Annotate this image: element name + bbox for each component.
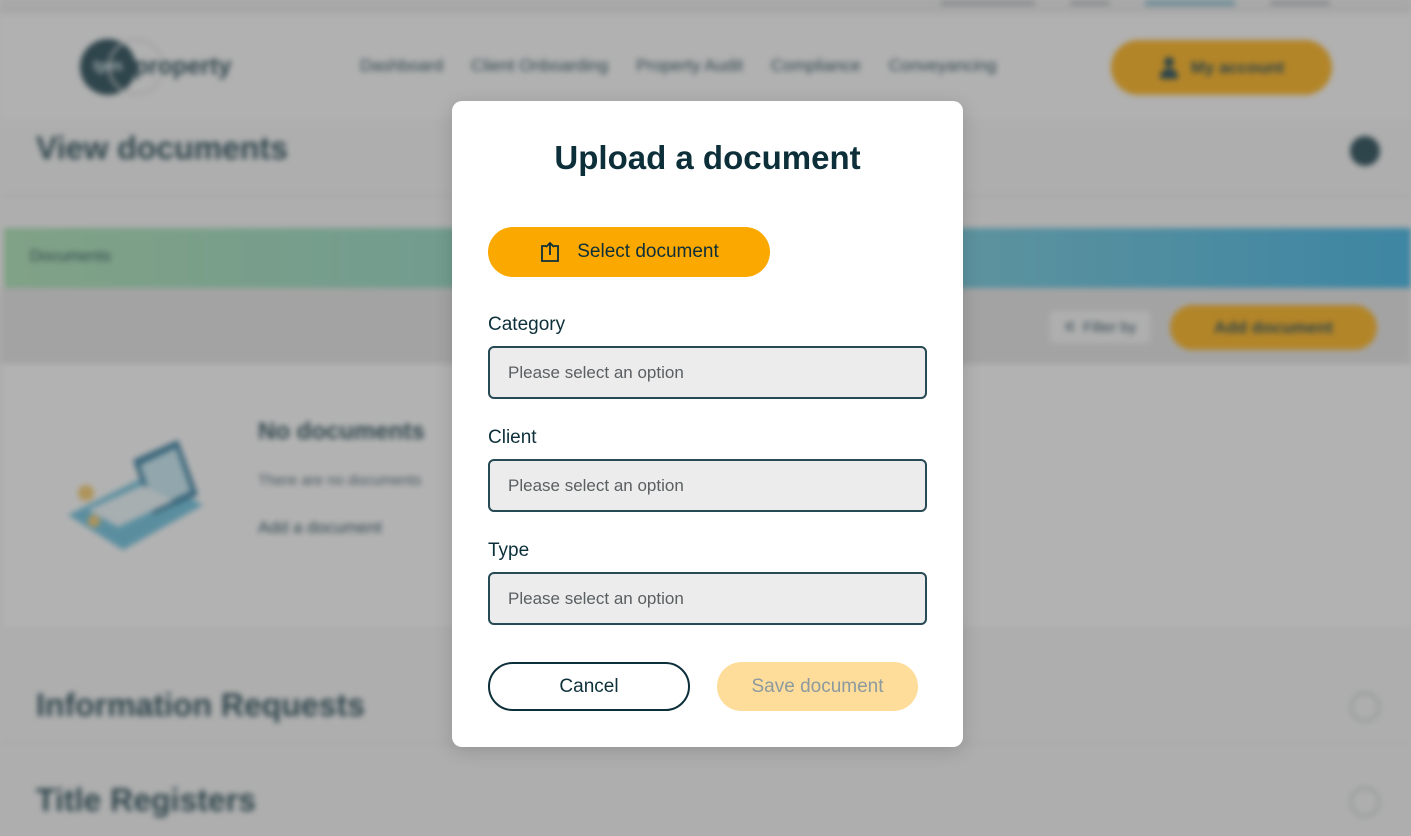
- modal-title: Upload a document: [554, 139, 861, 176]
- upload-icon: [541, 241, 560, 262]
- save-document-button[interactable]: Save document: [717, 662, 918, 711]
- type-select[interactable]: Please select an option: [488, 572, 927, 625]
- client-label: Client: [488, 427, 537, 448]
- page: tpm property Dashboard Client Onboarding…: [0, 0, 1411, 836]
- cancel-button[interactable]: Cancel: [488, 662, 690, 711]
- select-document-button[interactable]: Select document: [488, 227, 770, 277]
- category-label: Category: [488, 314, 566, 335]
- select-document-label: Select document: [577, 241, 719, 262]
- type-label: Type: [488, 540, 530, 561]
- upload-document-modal: Upload a document Select document Catego…: [452, 101, 963, 747]
- category-select[interactable]: Please select an option: [488, 346, 927, 399]
- client-select[interactable]: Please select an option: [488, 459, 927, 512]
